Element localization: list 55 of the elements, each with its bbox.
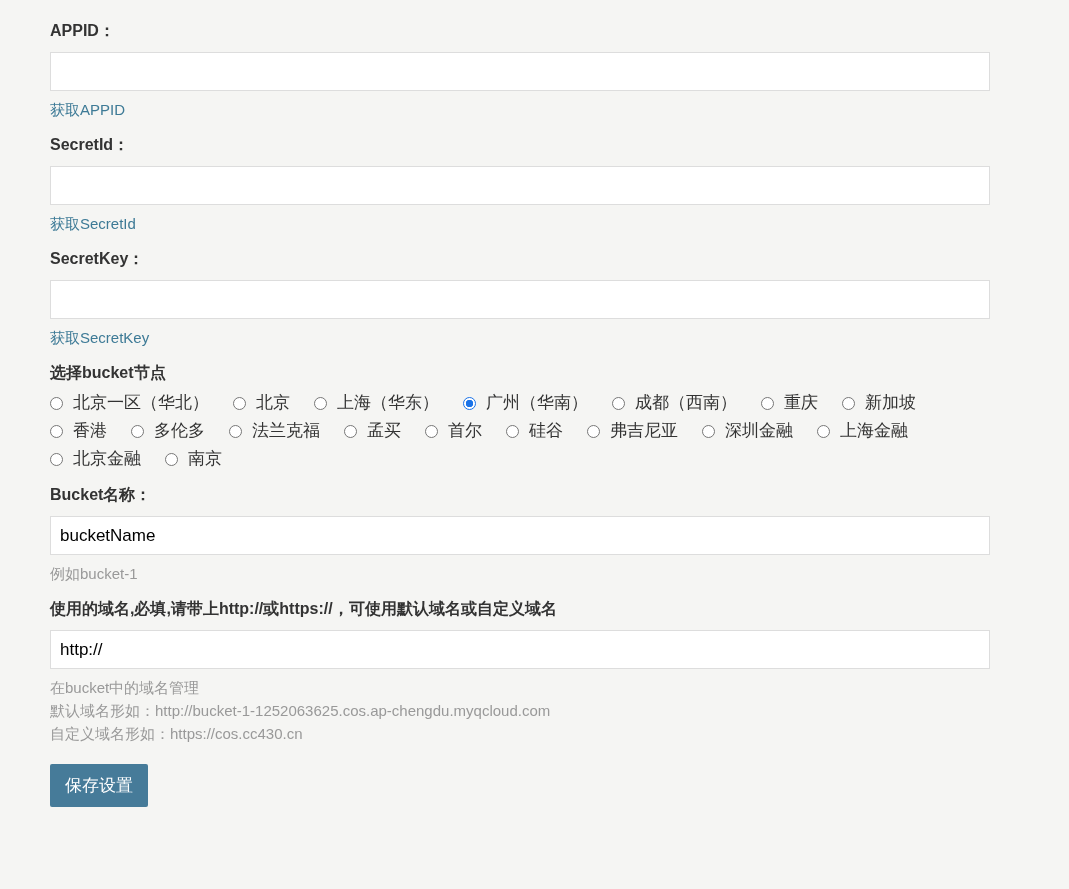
radio-label[interactable]: 上海（华东）: [337, 392, 439, 414]
link[interactable]: 获取SecretId: [50, 214, 136, 234]
radio-label[interactable]: 多伦多: [154, 420, 205, 442]
link[interactable]: 获取APPID: [50, 100, 125, 120]
radio-label[interactable]: 深圳金融: [725, 420, 793, 442]
radio-button[interactable]: [229, 424, 242, 438]
input-field[interactable]: [50, 166, 990, 205]
help-text: 在bucket中的域名管理: [50, 678, 200, 698]
radio-label[interactable]: 重庆: [784, 392, 818, 414]
input-field[interactable]: [50, 52, 990, 91]
help-text: 例如bucket-1: [50, 564, 138, 584]
radio-button[interactable]: [587, 424, 600, 438]
radio-button[interactable]: [463, 396, 476, 410]
radio-button[interactable]: [761, 396, 774, 410]
radio-label[interactable]: 北京: [256, 392, 290, 414]
radio-label[interactable]: 首尔: [448, 420, 482, 442]
radio-button[interactable]: [233, 396, 246, 410]
radio-button[interactable]: [165, 452, 178, 466]
field-label: SecretId：: [50, 135, 131, 155]
field-label: APPID：: [50, 21, 116, 41]
radio-label[interactable]: 弗吉尼亚: [610, 420, 678, 442]
radio-button[interactable]: [344, 424, 357, 438]
help-text: 自定义域名形如：https://cos.cc430.cn: [50, 724, 303, 744]
radio-label[interactable]: 成都（西南）: [635, 392, 737, 414]
radio-label[interactable]: 北京一区（华北）: [73, 392, 209, 414]
radio-button[interactable]: [50, 396, 63, 410]
radio-button[interactable]: [702, 424, 715, 438]
radio-label[interactable]: 香港: [73, 420, 107, 442]
radio-button[interactable]: [842, 396, 855, 410]
link[interactable]: 获取SecretKey: [50, 328, 150, 348]
radio-label[interactable]: 上海金融: [840, 420, 908, 442]
radio-label[interactable]: 广州（华南）: [486, 392, 588, 414]
radio-label[interactable]: 南京: [188, 448, 222, 470]
radio-button[interactable]: [314, 396, 327, 410]
input-field[interactable]: http://: [50, 630, 990, 669]
radio-button[interactable]: [50, 424, 63, 438]
radio-button[interactable]: [506, 424, 519, 438]
radio-label[interactable]: 硅谷: [529, 420, 563, 442]
field-label: 选择bucket节点: [50, 363, 167, 383]
radio-button[interactable]: [131, 424, 144, 438]
radio-button[interactable]: [425, 424, 438, 438]
radio-button[interactable]: [50, 452, 63, 466]
field-label: 使用的域名,必填,请带上http://或https://，可使用默认域名或自定义域名: [50, 599, 558, 619]
input-field[interactable]: [50, 280, 990, 319]
radio-button[interactable]: [817, 424, 830, 438]
input-field[interactable]: bucketName: [50, 516, 990, 555]
radio-label[interactable]: 孟买: [367, 420, 401, 442]
field-label: SecretKey：: [50, 249, 146, 269]
field-label: Bucket名称：: [50, 485, 153, 505]
radio-label[interactable]: 法兰克福: [252, 420, 320, 442]
radio-label[interactable]: 新加坡: [865, 392, 916, 414]
radio-button[interactable]: [612, 396, 625, 410]
save-button[interactable]: 保存设置: [50, 764, 148, 807]
radio-label[interactable]: 北京金融: [73, 448, 141, 470]
help-text: 默认域名形如：http://bucket-1-1252063625.cos.ap-chengdu.myqcloud.com: [50, 701, 551, 721]
